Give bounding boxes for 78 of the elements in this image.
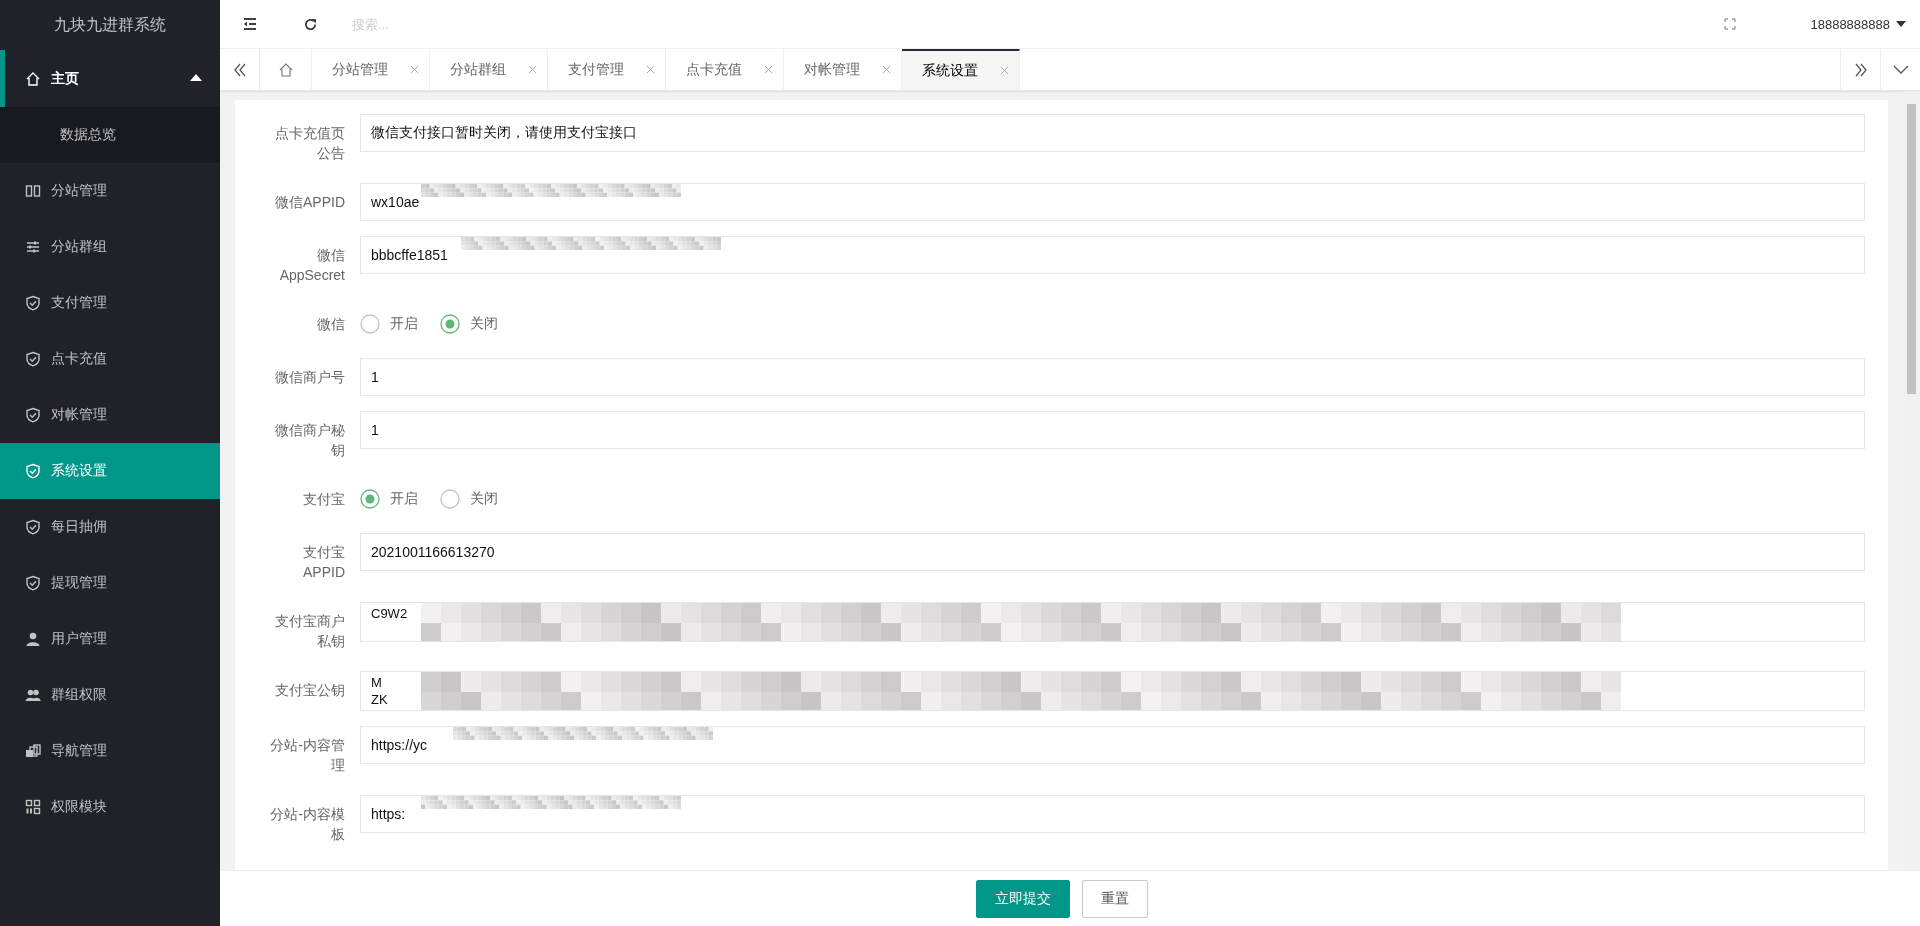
field-label: 微信商户号 [274,368,346,387]
sidebar-subitem[interactable]: 数据总览 [0,107,220,163]
shield-icon [25,519,41,535]
close-icon [1000,66,1009,75]
indent-icon [242,16,258,32]
input-field[interactable]: https: [360,795,1865,833]
home-icon [25,70,41,87]
input-field[interactable]: wx10ae [360,183,1865,221]
sidebar-item[interactable]: 点卡充值 [0,331,220,387]
input-field[interactable]: 2021001166613270 [360,533,1865,571]
radio-option[interactable]: 开启 [360,314,418,334]
sidebar-item[interactable]: 每日抽佣 [0,499,220,555]
caret-icon [190,74,202,81]
input-field[interactable]: 1 [360,411,1865,449]
sidebar-item[interactable]: 分站管理 [0,163,220,219]
sliders-icon [25,239,41,255]
field-label: 微信商户秘钥 [274,421,346,460]
close-icon [764,65,773,74]
shield-icon [25,575,41,591]
field-label: 支付宝商户私钥 [274,612,346,651]
tab[interactable]: 支付管理 [548,49,666,90]
sidebar-item[interactable]: 用户管理 [0,611,220,667]
sidebar-item[interactable]: 分站群组 [0,219,220,275]
field-label: 支付宝公钥 [274,681,346,700]
sidebar-item[interactable]: 群组权限 [0,667,220,723]
field-label: 微信APPID [274,193,346,212]
scrollbar-thumb[interactable] [1907,104,1916,394]
user-icon [25,631,41,647]
sidebar-item[interactable]: 提现管理 [0,555,220,611]
input-field[interactable]: 1 [360,358,1865,396]
sidebar-item[interactable]: 权限模块 [0,779,220,835]
app-title: 九块九进群系统 [54,14,166,35]
input-field[interactable]: 微信支付接口暂时关闭，请使用支付宝接口 [360,114,1865,152]
sidebar-item[interactable]: 系统设置 [0,443,220,499]
shield-icon [25,407,41,423]
tab[interactable]: 分站管理 [312,49,430,90]
tab-options-button[interactable] [1880,49,1920,90]
field-label: 微信AppSecret [278,246,346,285]
user-menu[interactable]: 18888888888 [1810,16,1906,32]
text-area[interactable]: M ZK [360,671,1865,711]
cards-icon [25,743,41,759]
users-icon [25,687,41,703]
close-icon [528,65,537,74]
tab[interactable]: 点卡充值 [666,49,784,90]
close-icon [646,65,655,74]
field-label: 分站-内容模板 [269,805,346,844]
close-icon [410,65,419,74]
radio-option[interactable]: 关闭 [440,314,498,334]
sidebar-item[interactable]: 导航管理 [0,723,220,779]
field-label: 分站-内容管理 [269,736,346,775]
field-label: 支付宝 [302,490,346,509]
shield-icon [25,463,41,479]
field-label: 点卡充值页公告 [274,124,346,163]
chevron-down-icon [1892,64,1909,75]
radio-option[interactable]: 关闭 [440,489,498,509]
shield-icon [25,295,41,311]
shield-icon [25,351,41,367]
grid-icon [25,799,41,815]
expand-icon [1724,18,1737,30]
columns-icon [25,183,41,199]
tab[interactable]: 系统设置 [902,49,1020,90]
submit-button[interactable]: 立即提交 [975,879,1070,918]
scroll-right-button[interactable] [1840,49,1880,90]
input-field[interactable]: bbbcffe1851 [360,236,1865,274]
caret-icon [1896,21,1906,27]
refresh-icon [302,16,318,32]
radio-option[interactable]: 开启 [360,489,418,509]
sidebar-item[interactable]: 支付管理 [0,275,220,331]
input-field[interactable]: https://yc [360,726,1865,764]
sidebar-item[interactable]: 对帐管理 [0,387,220,443]
text-area[interactable]: C9W2 [360,602,1865,642]
close-icon [882,65,891,74]
reset-button[interactable]: 重置 [1081,879,1148,918]
field-label: 支付宝APPID [302,543,346,582]
home-icon [277,61,294,78]
field-label: 微信 [316,315,346,334]
tab[interactable]: 分站群组 [430,49,548,90]
tab[interactable]: 对帐管理 [784,49,902,90]
